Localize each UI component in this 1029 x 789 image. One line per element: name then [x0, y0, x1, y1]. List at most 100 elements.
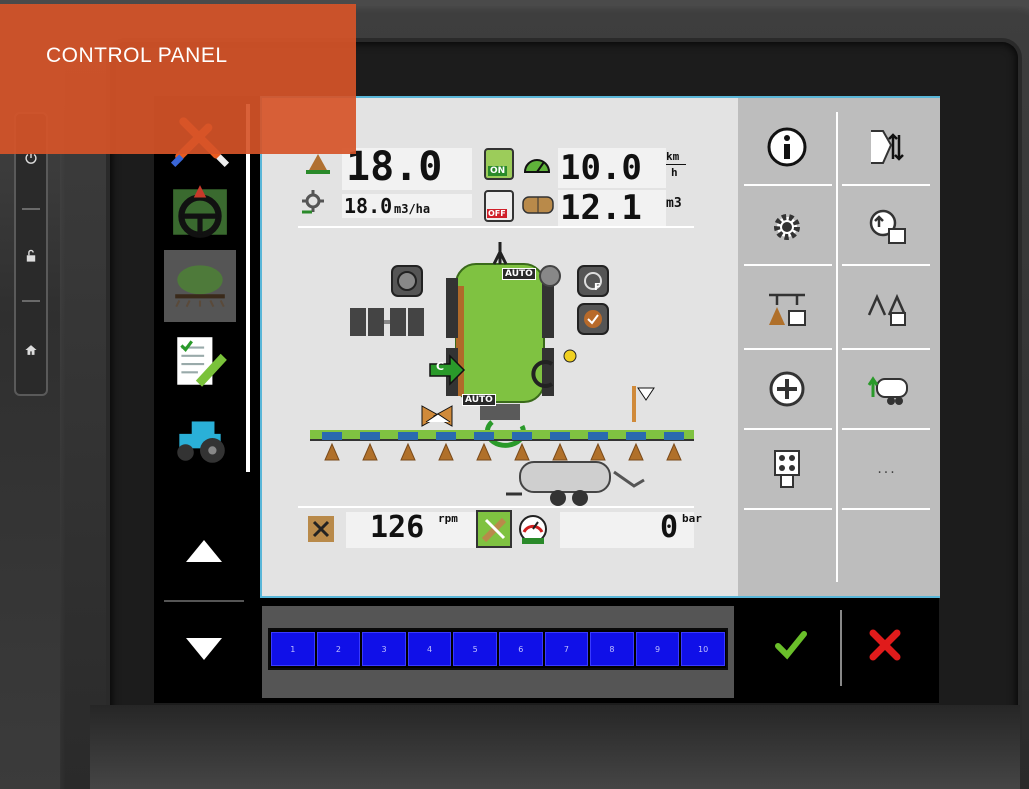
- pump-speed-value: 126: [370, 510, 425, 545]
- boom-fold-button[interactable]: [838, 274, 936, 344]
- pump-speed-unit: rpm: [438, 512, 458, 525]
- nav-item-tractor[interactable]: [164, 402, 236, 474]
- overlay-title: CONTROL PANEL: [46, 44, 228, 67]
- side-separator: [22, 300, 40, 302]
- confirm-button[interactable]: [766, 620, 816, 670]
- panel-separator: [842, 428, 930, 430]
- hitch-arrows-icon: [871, 130, 904, 164]
- add-button[interactable]: [738, 354, 836, 424]
- rate-setpoint-icon: [302, 190, 324, 214]
- pressure-gauge-icon: [519, 515, 547, 544]
- agitator-auto-badge: AUTO: [502, 268, 536, 280]
- terminal-photo: 18.0 18.0 m3/ha ON OFF 10.0 km h 12.1 m3…: [0, 0, 1029, 789]
- boom-sections: 1 2 3 4 5 6 7 8 9 10: [268, 628, 728, 670]
- foam-marker-label: F: [594, 282, 601, 293]
- checkmark-icon: [775, 631, 807, 660]
- more-label: ...: [877, 461, 897, 477]
- master-off-button[interactable]: OFF: [484, 190, 514, 222]
- nav-scrollbar[interactable]: [246, 104, 250, 472]
- tank-volume-unit: m3: [666, 196, 682, 211]
- rate-setpoint-unit: m3/ha: [394, 202, 431, 216]
- pump-control-button[interactable]: [476, 510, 512, 548]
- panel-separator: [842, 264, 930, 266]
- valve-auto-badge: AUTO: [462, 394, 496, 406]
- clean-water-label: C: [436, 360, 445, 373]
- unlock-button[interactable]: [16, 226, 46, 286]
- cancel-button[interactable]: [860, 620, 910, 670]
- panel-separator: [744, 428, 832, 430]
- action-separator: [840, 610, 842, 686]
- more-button[interactable]: ...: [838, 434, 936, 504]
- section-bar: 1 2 3 4 5 6 7 8 9 10: [262, 606, 734, 698]
- master-on-button[interactable]: ON: [484, 148, 514, 180]
- section-config-button[interactable]: [738, 274, 836, 344]
- section-6[interactable]: 6: [498, 632, 543, 666]
- home-button[interactable]: [16, 320, 46, 380]
- tank-volume-value: 12.1: [560, 188, 642, 228]
- section-10[interactable]: 10: [681, 632, 725, 666]
- panel-separator: [744, 184, 832, 186]
- plus-circle-icon: [769, 371, 805, 407]
- calibration-button[interactable]: [838, 192, 936, 262]
- nav-item-job-notes[interactable]: [164, 326, 236, 398]
- section-4[interactable]: 4: [407, 632, 452, 666]
- main-content: 18.0 18.0 m3/ha ON OFF 10.0 km h 12.1 m3…: [260, 96, 940, 598]
- scroll-down-icon[interactable]: [184, 634, 224, 664]
- steering-wheel-icon: [173, 185, 227, 238]
- section-2[interactable]: 2: [316, 632, 361, 666]
- hitch-adjust-button[interactable]: [838, 112, 936, 182]
- speedometer-icon: [523, 159, 551, 173]
- section-config-icon: [769, 293, 806, 326]
- panel-separator: [842, 184, 930, 186]
- sprayer-diagram: 18.0 18.0 m3/ha ON OFF 10.0 km h 12.1 m3…: [262, 98, 738, 596]
- section-7[interactable]: 7: [544, 632, 589, 666]
- tank-fill-button[interactable]: [838, 354, 936, 424]
- left-navigation: [154, 96, 250, 660]
- speed-unit-line: [666, 164, 686, 165]
- rate-setpoint-value: 18.0: [344, 194, 393, 218]
- info-button[interactable]: [738, 112, 836, 182]
- overlay-banner: CONTROL PANEL: [0, 4, 356, 154]
- unlock-icon: [26, 249, 36, 262]
- section-3[interactable]: 3: [362, 632, 406, 666]
- off-badge: OFF: [487, 209, 507, 218]
- hardware-button-strip: [14, 112, 48, 396]
- pump-icon: [308, 516, 334, 542]
- panel-separator: [842, 508, 930, 510]
- calibration-icon: [869, 209, 906, 244]
- speed-unit-top: km: [666, 150, 680, 163]
- close-icon: [869, 629, 901, 661]
- function-panel: ...: [738, 98, 940, 596]
- panel-separator: [744, 264, 832, 266]
- info-icon: [767, 127, 807, 167]
- top-readout-divider: [298, 226, 694, 228]
- speed-value: 10.0: [560, 148, 642, 188]
- settings-button[interactable]: [738, 192, 836, 262]
- nav-item-sprayer[interactable]: [164, 250, 236, 322]
- nav-item-guidance[interactable]: [164, 176, 236, 248]
- pressure-value: 0: [660, 510, 679, 545]
- gear-icon: [774, 214, 800, 240]
- speed-unit-bottom: h: [671, 166, 678, 179]
- tractor-icon: [177, 421, 225, 463]
- section-9[interactable]: 9: [635, 632, 680, 666]
- pressure-unit: bar: [682, 512, 702, 525]
- joystick-icon: [774, 450, 800, 488]
- monitor-lower-housing: [90, 705, 1020, 789]
- joystick-button[interactable]: [738, 434, 836, 504]
- section-8[interactable]: 8: [590, 632, 634, 666]
- section-5[interactable]: 5: [453, 632, 497, 666]
- sprayer-icon: [175, 265, 225, 308]
- terminal-screen: 18.0 18.0 m3/ha ON OFF 10.0 km h 12.1 m3…: [154, 96, 940, 703]
- tank-volume-icon: [522, 196, 554, 214]
- bottom-readout-divider: [298, 506, 694, 508]
- notepad-pencil-icon: [177, 337, 227, 387]
- panel-vertical-separator: [836, 112, 838, 582]
- panel-separator: [744, 508, 832, 510]
- section-1[interactable]: 1: [271, 632, 315, 666]
- scroll-up-icon[interactable]: [184, 536, 224, 566]
- on-badge: ON: [488, 166, 508, 176]
- nav-separator: [164, 600, 244, 602]
- tank-fill-icon: [867, 376, 908, 405]
- panel-separator: [744, 348, 832, 350]
